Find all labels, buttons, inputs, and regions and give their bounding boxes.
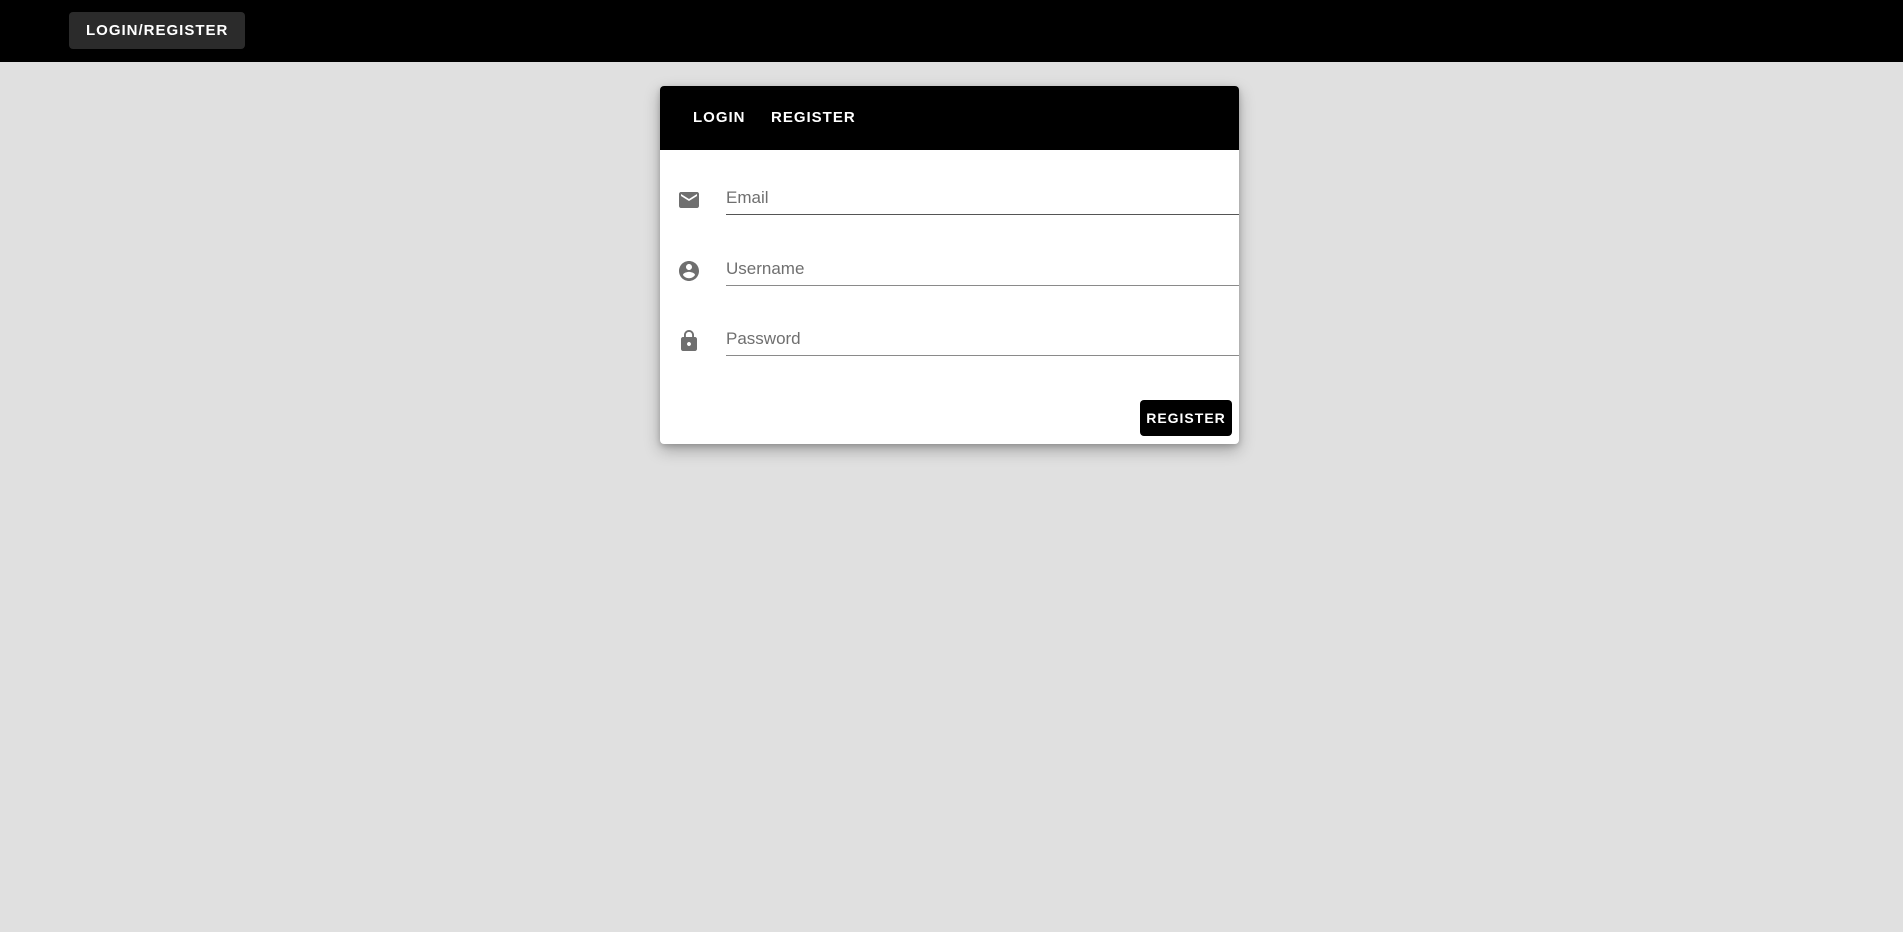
login-register-button[interactable]: LOGIN/REGISTER	[69, 12, 246, 49]
email-icon	[677, 188, 701, 212]
auth-tabs: LOGIN REGISTER	[660, 86, 1239, 150]
password-field-row	[677, 323, 1239, 359]
email-input[interactable]	[726, 182, 1239, 215]
register-submit-button[interactable]: REGISTER	[1140, 400, 1232, 436]
top-app-bar: LOGIN/REGISTER	[0, 0, 1903, 62]
tab-login[interactable]: LOGIN	[693, 86, 746, 150]
lock-icon	[677, 329, 701, 353]
tab-register[interactable]: REGISTER	[771, 86, 856, 150]
email-field-row	[677, 182, 1239, 218]
auth-card: LOGIN REGISTER REGISTER	[660, 86, 1239, 444]
username-field-row	[677, 253, 1239, 289]
account-circle-icon	[677, 259, 701, 283]
password-input[interactable]	[726, 323, 1239, 356]
username-input[interactable]	[726, 253, 1239, 286]
